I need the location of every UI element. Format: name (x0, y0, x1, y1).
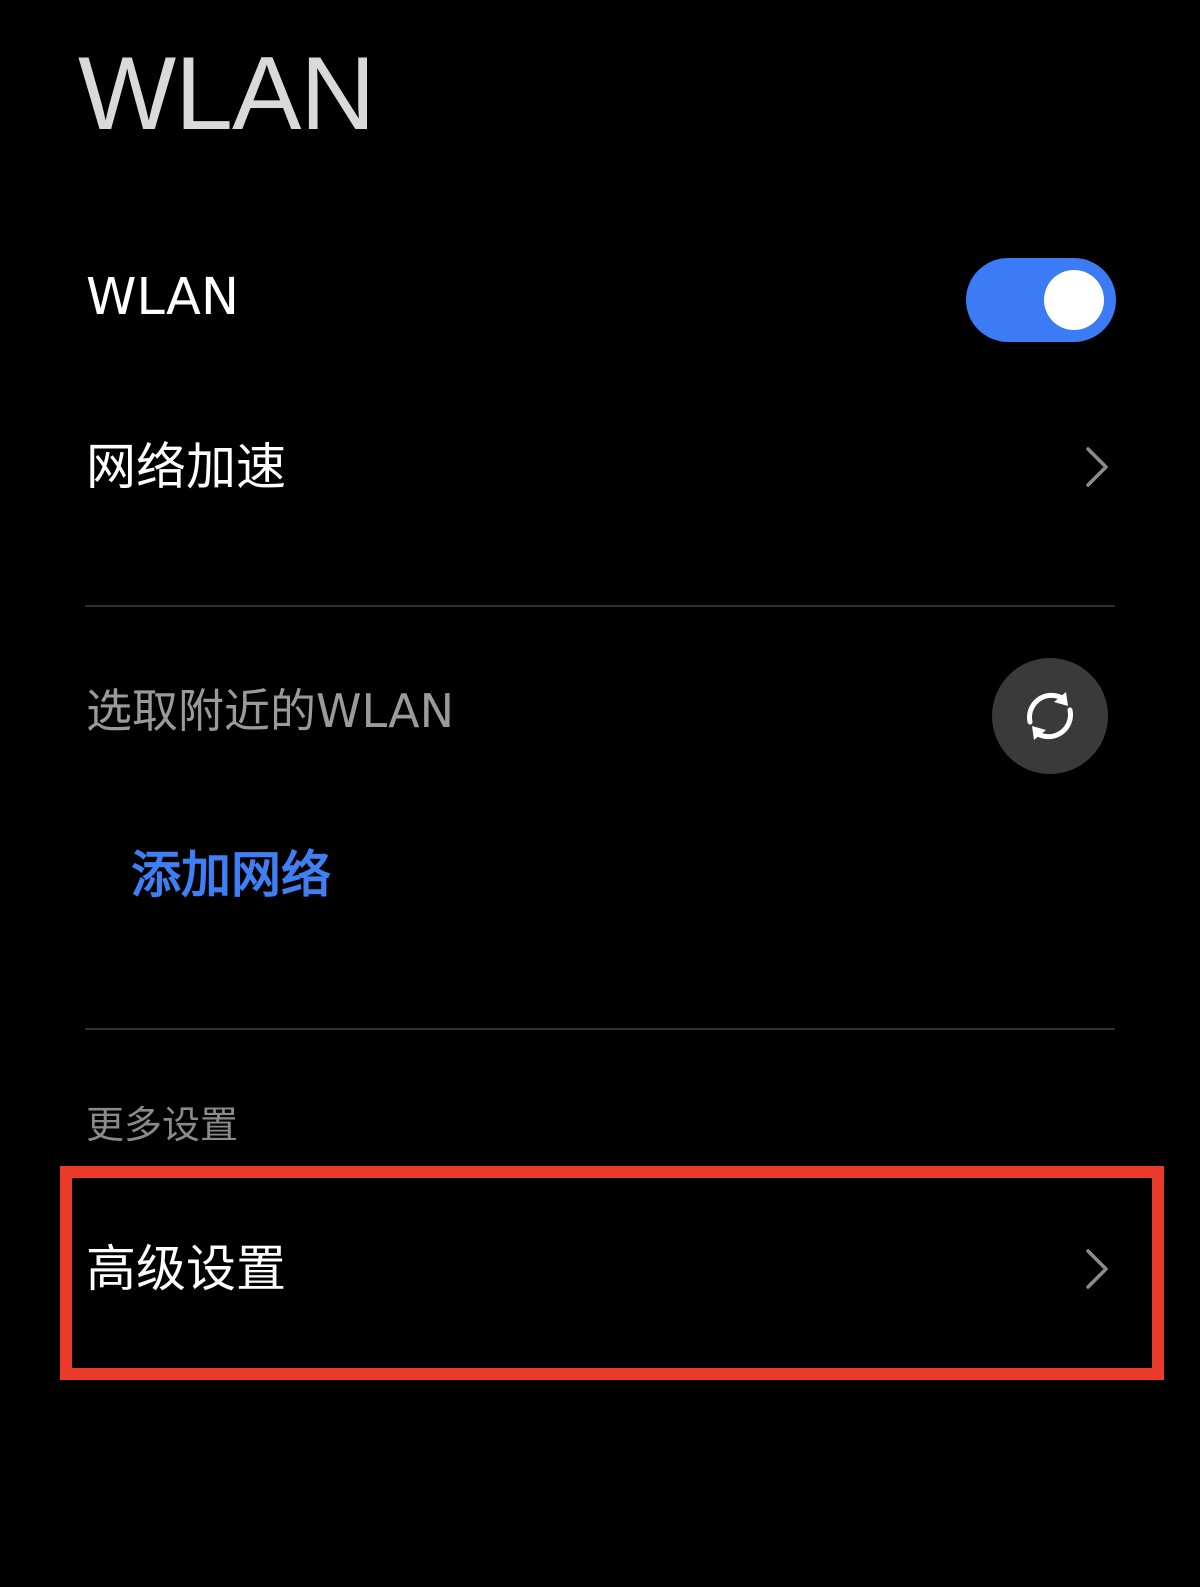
page-title: WLAN (78, 36, 375, 152)
divider (85, 1028, 1115, 1030)
network-acceleration-label: 网络加速 (86, 438, 286, 496)
chevron-right-icon (1086, 447, 1108, 487)
advanced-settings-row[interactable]: 高级设置 (0, 1180, 1200, 1350)
add-network-link[interactable]: 添加网络 (131, 850, 331, 900)
divider (85, 605, 1115, 607)
advanced-settings-label: 高级设置 (86, 1240, 286, 1298)
nearby-wlan-label: 选取附近的WLAN (86, 684, 455, 738)
chevron-right-icon (1086, 1249, 1108, 1289)
refresh-button[interactable] (992, 658, 1108, 774)
refresh-icon (1027, 692, 1073, 740)
wlan-toggle-switch[interactable] (966, 258, 1116, 342)
nearby-wlan-row: 选取附近的WLAN (0, 640, 1200, 790)
wlan-toggle-row[interactable]: WLAN (0, 240, 1200, 360)
wlan-toggle-label: WLAN (86, 268, 240, 327)
more-settings-header: 更多设置 (86, 1103, 239, 1147)
network-acceleration-row[interactable]: 网络加速 (0, 410, 1200, 520)
toggle-knob (1044, 270, 1104, 330)
